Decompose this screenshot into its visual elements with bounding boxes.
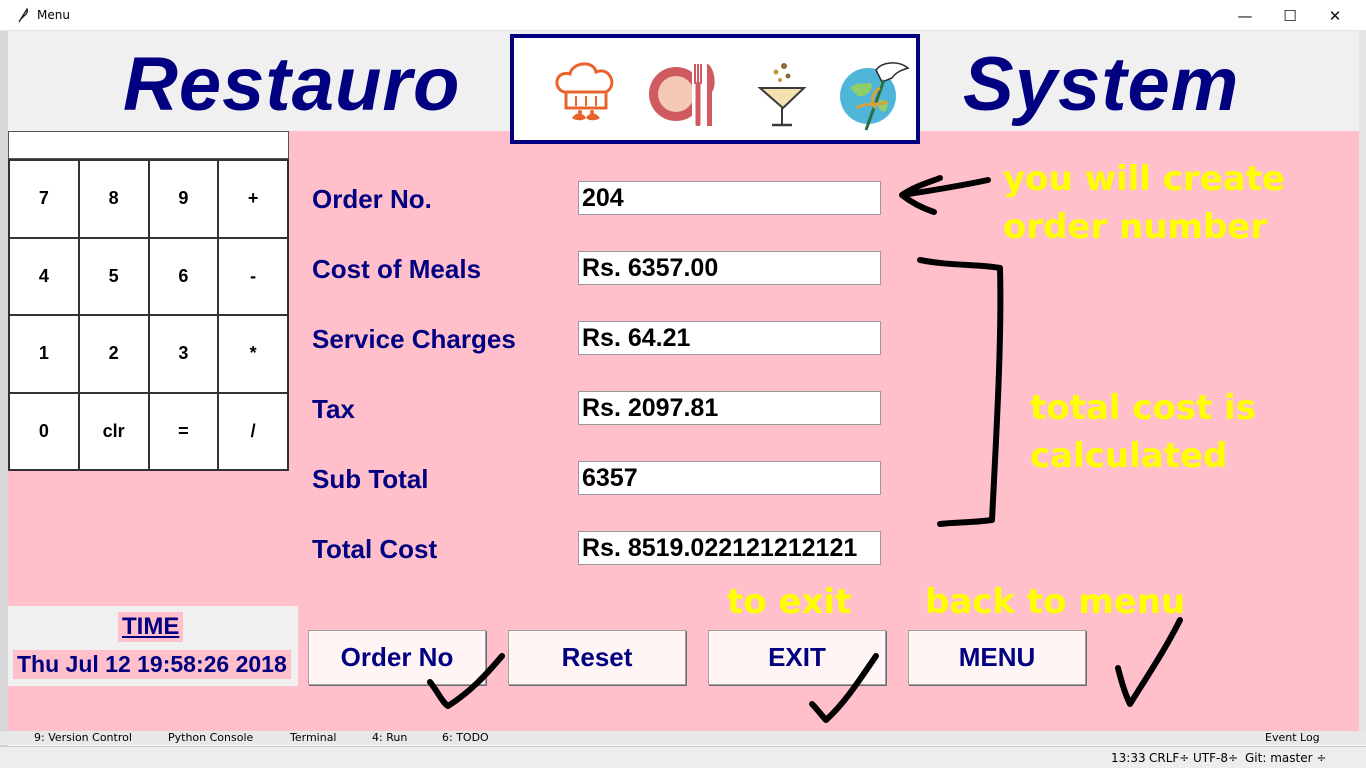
cost-of-meals-label: Cost of Meals bbox=[312, 254, 482, 284]
calc-key-divide[interactable]: / bbox=[218, 392, 288, 470]
status-line-separator[interactable]: CRLF÷ bbox=[1149, 751, 1189, 765]
exit-button[interactable]: EXIT bbox=[708, 630, 886, 685]
tool-run[interactable]: 4: Run bbox=[372, 731, 407, 745]
window-titlebar: Menu — ☐ ✕ bbox=[0, 0, 1366, 31]
calc-key-3[interactable]: 3 bbox=[148, 315, 219, 393]
sub-total-label: Sub Total bbox=[312, 464, 429, 494]
calc-key-multiply[interactable]: * bbox=[218, 315, 288, 393]
ide-status-bar: 13:33 CRLF÷ UTF-8÷ Git: master ÷ bbox=[0, 746, 1366, 768]
tax-field[interactable]: Rs. 2097.81 bbox=[578, 391, 881, 425]
calc-key-0[interactable]: 0 bbox=[9, 392, 79, 470]
annotation-order-line2: order number bbox=[1003, 207, 1268, 247]
calc-key-clear[interactable]: clr bbox=[78, 392, 149, 470]
sub-total-field[interactable]: 6357 bbox=[578, 461, 881, 495]
annotation-total-line2: calculated bbox=[1030, 436, 1228, 476]
service-charges-label: Service Charges bbox=[312, 324, 516, 354]
cocktail-glass-icon bbox=[757, 63, 807, 127]
ide-right-edge bbox=[1359, 31, 1366, 731]
brand-title-left: Restauro bbox=[123, 42, 461, 127]
total-cost-field[interactable]: Rs. 8519.022121212121 bbox=[578, 531, 881, 565]
chef-hat-icon bbox=[555, 62, 614, 121]
calc-key-5[interactable]: 5 bbox=[78, 237, 149, 315]
tool-python-console[interactable]: Python Console bbox=[168, 731, 253, 745]
calc-key-minus[interactable]: - bbox=[218, 237, 288, 315]
order-no-field[interactable]: 204 bbox=[578, 181, 881, 215]
brand-title-right: System bbox=[963, 42, 1240, 127]
ide-left-edge bbox=[0, 0, 8, 768]
calc-key-4[interactable]: 4 bbox=[9, 237, 79, 315]
calc-key-1[interactable]: 1 bbox=[9, 315, 79, 393]
feather-icon bbox=[18, 7, 29, 23]
calc-key-2[interactable]: 2 bbox=[78, 315, 149, 393]
waiter-globe-icon bbox=[840, 62, 910, 131]
window-title: Menu bbox=[37, 8, 70, 22]
status-time: 13:33 bbox=[1111, 751, 1146, 765]
tool-todo[interactable]: 6: TODO bbox=[442, 731, 489, 745]
calc-key-plus[interactable]: + bbox=[218, 160, 288, 238]
order-no-button[interactable]: Order No bbox=[308, 630, 486, 685]
annotation-exit: to exit bbox=[727, 582, 852, 622]
time-panel: TIME Thu Jul 12 19:58:26 2018 bbox=[8, 606, 298, 686]
app-window: Restauro System 7 8 9 + 4 5 6 - 1 2 3 * … bbox=[8, 31, 1359, 731]
tool-terminal[interactable]: Terminal bbox=[290, 731, 337, 745]
reset-button[interactable]: Reset bbox=[508, 630, 686, 685]
status-encoding[interactable]: UTF-8÷ bbox=[1193, 751, 1238, 765]
status-git-branch[interactable]: Git: master ÷ bbox=[1245, 751, 1326, 765]
order-no-label: Order No. bbox=[312, 184, 432, 214]
calc-key-6[interactable]: 6 bbox=[148, 237, 219, 315]
calc-key-9[interactable]: 9 bbox=[148, 160, 219, 238]
plate-cutlery-icon bbox=[649, 62, 715, 128]
cost-of-meals-field[interactable]: Rs. 6357.00 bbox=[578, 251, 881, 285]
calc-key-8[interactable]: 8 bbox=[78, 160, 149, 238]
ide-tool-strip: 9: Version Control Python Console Termin… bbox=[0, 731, 1366, 745]
calc-key-7[interactable]: 7 bbox=[9, 160, 79, 238]
tool-event-log[interactable]: Event Log bbox=[1265, 731, 1320, 745]
calc-key-equals[interactable]: = bbox=[148, 392, 219, 470]
annotation-order-line1: you will create bbox=[1003, 159, 1286, 199]
tool-version-control[interactable]: 9: Version Control bbox=[34, 731, 132, 745]
minimize-button[interactable]: — bbox=[1222, 0, 1268, 31]
close-button[interactable]: ✕ bbox=[1312, 0, 1358, 31]
service-charges-field[interactable]: Rs. 64.21 bbox=[578, 321, 881, 355]
logo-panel bbox=[510, 34, 920, 144]
tax-label: Tax bbox=[312, 394, 355, 424]
maximize-button[interactable]: ☐ bbox=[1267, 0, 1313, 31]
menu-button[interactable]: MENU bbox=[908, 630, 1086, 685]
annotation-menu: back to menu bbox=[925, 582, 1186, 622]
time-value: Thu Jul 12 19:58:26 2018 bbox=[13, 650, 291, 679]
total-cost-label: Total Cost bbox=[312, 534, 438, 564]
time-label: TIME bbox=[118, 612, 184, 642]
calculator-display[interactable] bbox=[8, 131, 289, 159]
calculator-keypad: 7 8 9 + 4 5 6 - 1 2 3 * 0 clr = / bbox=[8, 159, 289, 471]
annotation-total-line1: total cost is bbox=[1030, 388, 1257, 428]
